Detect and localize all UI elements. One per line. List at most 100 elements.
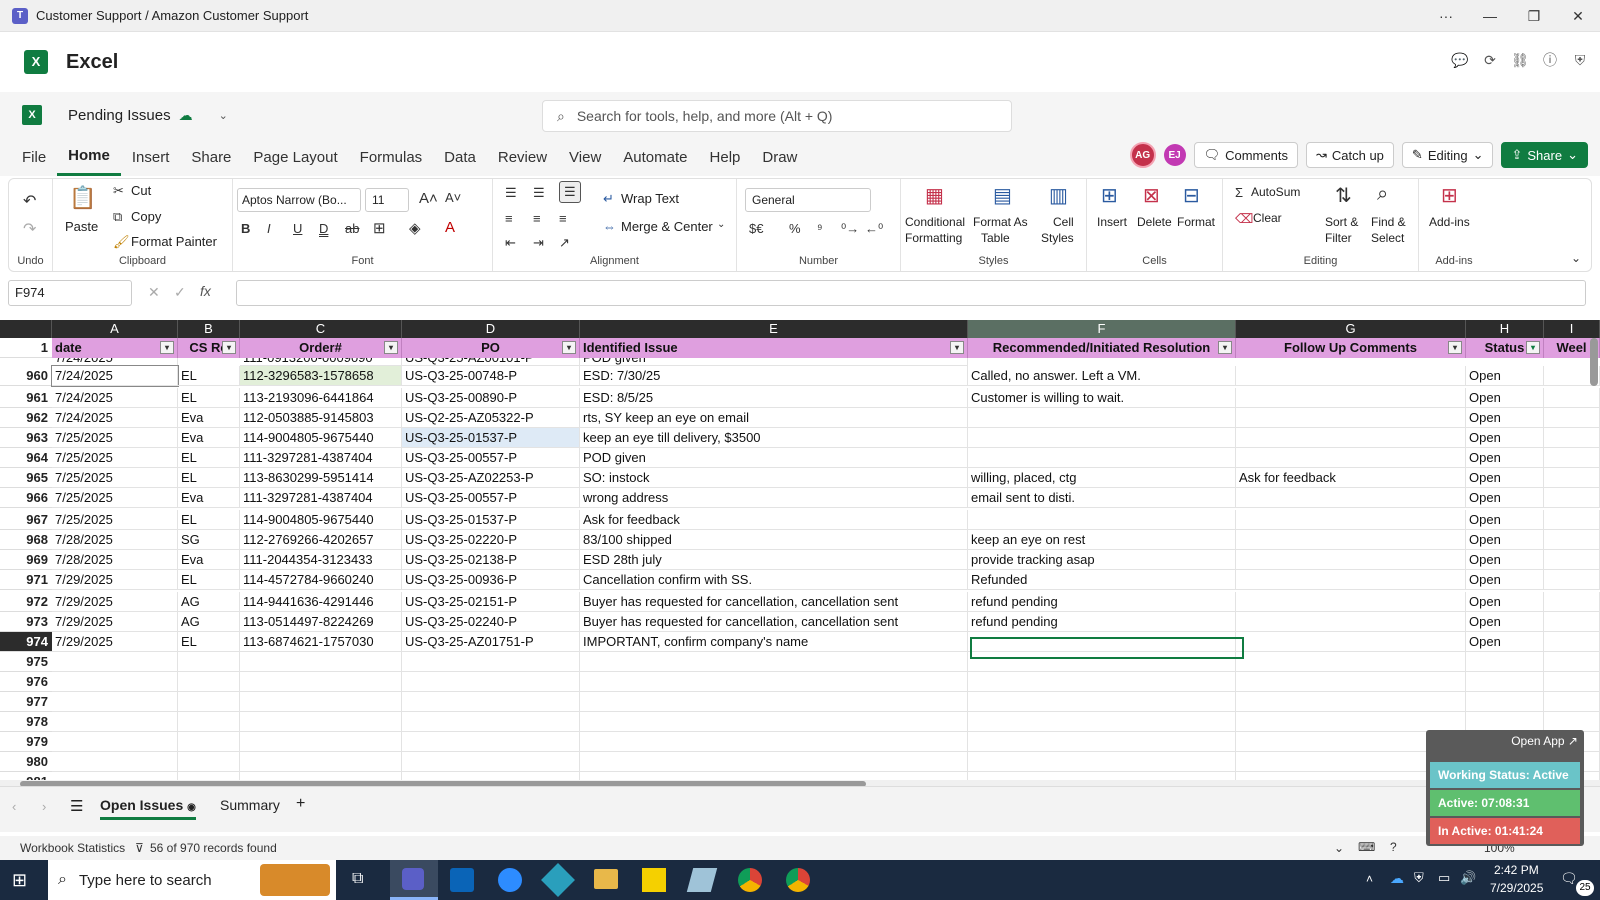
currency-icon[interactable]: $€ [749,221,763,236]
cell-empty[interactable] [178,672,240,692]
editing-mode-button[interactable]: ✎ Editing ⌄ [1401,142,1494,168]
format-as-table-label-2[interactable]: Table [981,231,1010,245]
cell-issue[interactable]: IMPORTANT, confirm company's name [580,632,968,652]
cell-empty[interactable] [402,752,580,772]
fill-color-icon[interactable]: ◈ [409,219,421,237]
cell-followup[interactable] [1236,530,1466,550]
cell-empty[interactable] [1544,612,1600,632]
taskbar-search[interactable]: ⌕ Type here to search [48,860,336,900]
cell-empty[interactable] [1466,672,1544,692]
cell-resolution[interactable] [968,448,1236,468]
header-cell-resolution[interactable]: Recommended/Initiated Resolution ▾ [968,338,1236,358]
orientation-icon[interactable]: ↗ [559,235,570,251]
format-painter-button[interactable]: Format Painter [131,234,217,249]
cell-followup[interactable] [1236,550,1466,570]
open-app-button[interactable]: Open App ↗ [1511,734,1578,748]
cell-cs-rep[interactable]: EL [178,510,240,530]
row-header[interactable]: 977 [0,692,52,712]
row-header[interactable]: 966 [0,488,52,508]
avatar[interactable]: EJ [1163,144,1186,166]
filter-dropdown-icon[interactable]: ▾ [1448,341,1462,354]
tab-share[interactable]: Share [180,138,242,176]
cell-date[interactable]: 7/24/2025 [52,408,178,428]
windows-start-icon[interactable]: ⊞ [12,870,27,891]
cell-followup[interactable] [1236,510,1466,530]
cell-date[interactable]: 7/29/2025 [52,632,178,652]
cell-resolution[interactable] [968,428,1236,448]
cell-empty[interactable] [1544,632,1600,652]
cell-date[interactable]: 7/28/2025 [52,550,178,570]
cell-empty[interactable] [1544,692,1600,712]
cell-issue[interactable]: keep an eye till delivery, $3500 [580,428,968,448]
cell-empty[interactable] [1236,652,1466,672]
notifications-icon[interactable]: 🗨 [1560,870,1578,887]
sort-filter-label-2[interactable]: Filter [1325,231,1352,245]
tab-insert[interactable]: Insert [121,138,181,176]
conditional-formatting-label[interactable]: Conditional [905,215,965,229]
undo-icon[interactable]: ↶ [23,191,36,211]
share-button[interactable]: ⇪ Share ⌄ [1501,142,1588,168]
percent-icon[interactable]: % [789,221,801,236]
row-header[interactable]: 965 [0,468,52,488]
cell-empty[interactable] [968,672,1236,692]
prev-sheet-icon[interactable]: ‹ [12,799,16,814]
cell-empty[interactable] [402,692,580,712]
outlook-icon[interactable] [450,868,474,892]
cell-order[interactable]: 113-0514497-8224269 [240,612,402,632]
column-header-b[interactable]: B [178,320,240,338]
bold-icon[interactable]: B [241,221,250,236]
volume-icon[interactable]: 🔊 [1460,870,1476,886]
number-format-dropdown[interactable]: General [745,188,871,212]
cell-po[interactable]: US-Q3-25-00748-P [402,366,580,386]
cell-issue[interactable]: wrong address [580,488,968,508]
increase-indent-icon[interactable]: ⇥ [533,235,544,251]
font-size-dropdown[interactable]: 11 [365,188,409,212]
row-header[interactable]: 971 [0,570,52,590]
add-sheet-icon[interactable]: + [296,795,305,813]
cell-resolution[interactable]: Refunded [968,570,1236,590]
cell-date[interactable]: 7/24/2025 [51,365,179,387]
cell-empty[interactable] [1544,488,1600,508]
comma-icon[interactable]: ⁹ [817,221,823,236]
cell-order[interactable]: 114-9441636-4291446 [240,592,402,612]
header-cell-issue[interactable]: Identified Issue ▾ [580,338,968,358]
avatar[interactable]: AG [1129,142,1156,168]
row-header[interactable]: 980 [0,752,52,772]
sort-filter-label[interactable]: Sort & [1325,215,1358,229]
cell-order[interactable]: 111-3297281-4387404 [240,448,402,468]
cell-cs-rep[interactable]: EL [178,570,240,590]
sheet-tab-summary[interactable]: Summary [220,797,280,813]
cell-date[interactable]: 7/25/2025 [52,510,178,530]
row-header[interactable]: 960 [0,366,52,386]
cell-status[interactable]: Open [1466,488,1544,508]
double-underline-icon[interactable]: D [319,221,328,236]
header-cell-status[interactable]: Status ▾ [1466,338,1544,358]
cell-order[interactable]: 112-3296583-1578658 [240,366,402,386]
cell-empty[interactable] [580,752,968,772]
cell-status[interactable]: Open [1466,448,1544,468]
tab-draw[interactable]: Draw [751,138,808,176]
cell-styles-label-2[interactable]: Styles [1041,231,1074,245]
format-as-table-label[interactable]: Format As [973,215,1028,229]
chevron-down-icon[interactable]: ⌄ [717,219,725,230]
cell-empty[interactable] [1236,692,1466,712]
cell-empty[interactable] [1544,530,1600,550]
cell-po[interactable]: US-Q3-25-01537-P [402,428,580,448]
clock-date[interactable]: 7/29/2025 [1490,881,1543,895]
cell-followup[interactable] [1236,488,1466,508]
cell-po[interactable]: US-Q3-25-01537-P [402,510,580,530]
addins-button[interactable]: Add-ins [1429,215,1470,229]
cell-resolution[interactable]: Customer is willing to wait. [968,388,1236,408]
cell-order[interactable]: 113-6874621-1757030 [240,632,402,652]
row-header[interactable]: 974 [0,632,52,652]
cell-date[interactable]: 7/24/2025 [52,388,178,408]
cell-issue[interactable]: rts, SY keep an eye on email [580,408,968,428]
cell-empty[interactable] [1544,428,1600,448]
cell-empty[interactable] [178,692,240,712]
cell-empty[interactable] [1236,712,1466,732]
cell-partial[interactable]: 7/24/2025 [52,358,178,366]
cell-empty[interactable] [968,732,1236,752]
sheet-tab-open-issues[interactable]: Open Issues ◉ [100,797,196,820]
cell-resolution[interactable]: email sent to disti. [968,488,1236,508]
filter-dropdown-icon[interactable]: ▾ [950,341,964,354]
